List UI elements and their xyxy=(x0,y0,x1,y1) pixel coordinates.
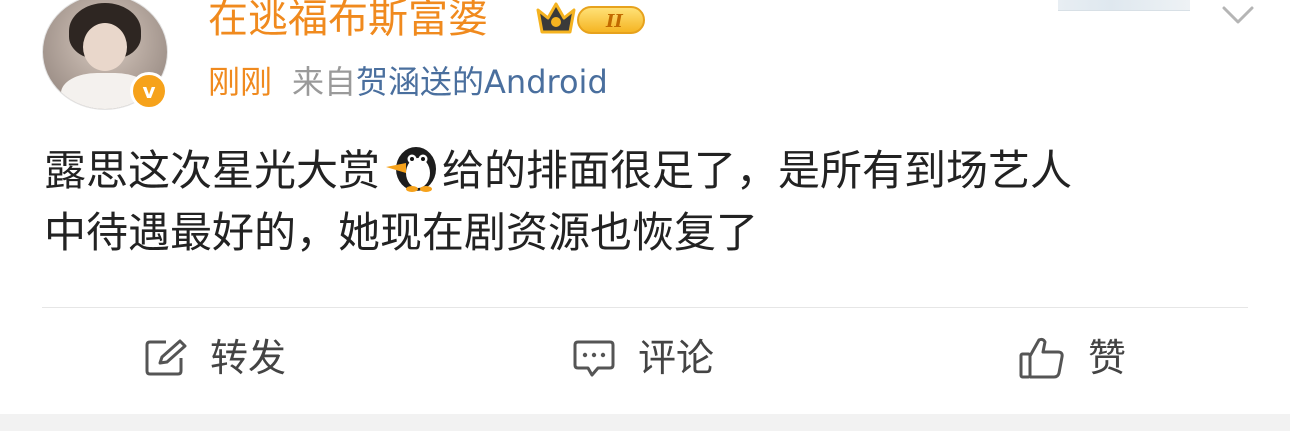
content-line-1: 露思这次星光大赏 给的排面很足了，是所有到场艺人 xyxy=(44,140,1244,202)
post-content: 露思这次星光大赏 给的排面很足了，是所有到场艺人 中待遇最好的，她现在剧资源也恢… xyxy=(44,140,1244,264)
comment-label: 评论 xyxy=(638,336,715,380)
verified-mark: v xyxy=(142,79,156,103)
content-text-1b: 给的排面很足了，是所有到场艺人 xyxy=(442,146,1073,195)
verified-badge-icon: v xyxy=(130,72,168,110)
post-time: 刚刚 xyxy=(208,63,273,101)
like-button[interactable]: 赞 xyxy=(1018,330,1126,386)
like-icon xyxy=(1019,337,1064,379)
vip-level-text: II xyxy=(605,11,623,32)
avatar-face xyxy=(83,23,127,71)
penguin-emoji-icon xyxy=(386,147,437,192)
repost-icon xyxy=(145,339,187,376)
username[interactable]: 在逃福布斯富婆 xyxy=(208,0,488,46)
divider xyxy=(42,307,1248,308)
like-label: 赞 xyxy=(1088,336,1127,380)
feed-separator xyxy=(0,414,1290,431)
chevron-down-icon[interactable] xyxy=(1220,0,1256,28)
weibo-post-card: v 在逃福布斯富婆 II 刚刚 来自贺涵送的Android 露思这次星光大赏 给… xyxy=(0,0,1290,414)
comment-button[interactable]: 评论 xyxy=(572,330,714,386)
repost-label: 转发 xyxy=(210,336,287,380)
source-link[interactable]: 贺涵送的Android xyxy=(356,63,608,101)
vip-crown-badge-icon[interactable]: II xyxy=(534,0,648,38)
card-thumbnail-edge xyxy=(1058,0,1190,11)
content-text-1a: 露思这次星光大赏 xyxy=(44,146,381,195)
content-line-2: 中待遇最好的，她现在剧资源也恢复了 xyxy=(44,208,759,257)
comment-icon xyxy=(573,340,615,377)
repost-button[interactable]: 转发 xyxy=(144,330,286,386)
post-meta: 刚刚 来自贺涵送的Android xyxy=(208,62,608,102)
from-prefix: 来自 xyxy=(292,63,357,101)
